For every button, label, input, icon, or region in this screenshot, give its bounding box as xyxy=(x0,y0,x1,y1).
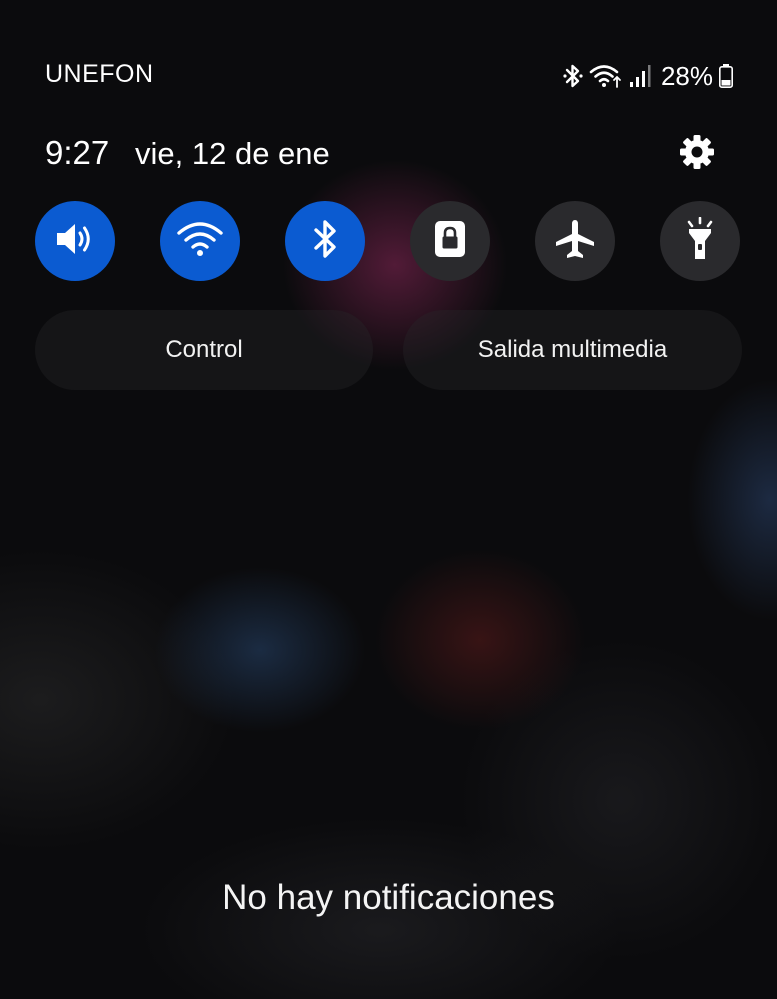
signal-icon xyxy=(629,64,651,88)
battery-percent: 28% xyxy=(660,60,713,91)
wifi-icon xyxy=(589,63,623,89)
device-control-label: Control xyxy=(165,336,243,363)
tile-sound[interactable] xyxy=(35,201,115,281)
tile-wifi[interactable] xyxy=(160,201,240,281)
notification-shade: UNEFON 28% 9:27 vie, 12 de ene Control S… xyxy=(0,0,777,999)
lock-icon xyxy=(433,219,467,264)
date[interactable]: vie, 12 de ene xyxy=(135,136,330,172)
status-icons: 28% xyxy=(563,60,733,92)
wifi-icon xyxy=(176,219,224,264)
clock[interactable]: 9:27 xyxy=(45,134,109,172)
battery-icon xyxy=(719,64,733,88)
tile-flashlight[interactable] xyxy=(660,201,740,281)
status-bar: UNEFON 28% xyxy=(0,58,777,94)
bluetooth-icon xyxy=(563,63,583,89)
media-output-button[interactable]: Salida multimedia xyxy=(403,310,742,390)
tile-secure-folder[interactable] xyxy=(410,201,490,281)
no-notifications-text: No hay notificaciones xyxy=(222,878,555,917)
flashlight-icon xyxy=(683,216,717,266)
airplane-icon xyxy=(553,217,597,266)
media-controls: Control Salida multimedia xyxy=(35,310,742,390)
gear-icon[interactable] xyxy=(677,132,717,172)
carrier-name: UNEFON xyxy=(45,60,154,88)
tile-bluetooth[interactable] xyxy=(285,201,365,281)
quick-tiles xyxy=(35,201,742,281)
sound-icon xyxy=(53,219,97,264)
bluetooth-icon xyxy=(310,218,340,265)
header-row: 9:27 vie, 12 de ene xyxy=(45,132,735,176)
device-control-button[interactable]: Control xyxy=(35,310,373,390)
media-output-label: Salida multimedia xyxy=(477,336,668,363)
tile-airplane-mode[interactable] xyxy=(535,201,615,281)
